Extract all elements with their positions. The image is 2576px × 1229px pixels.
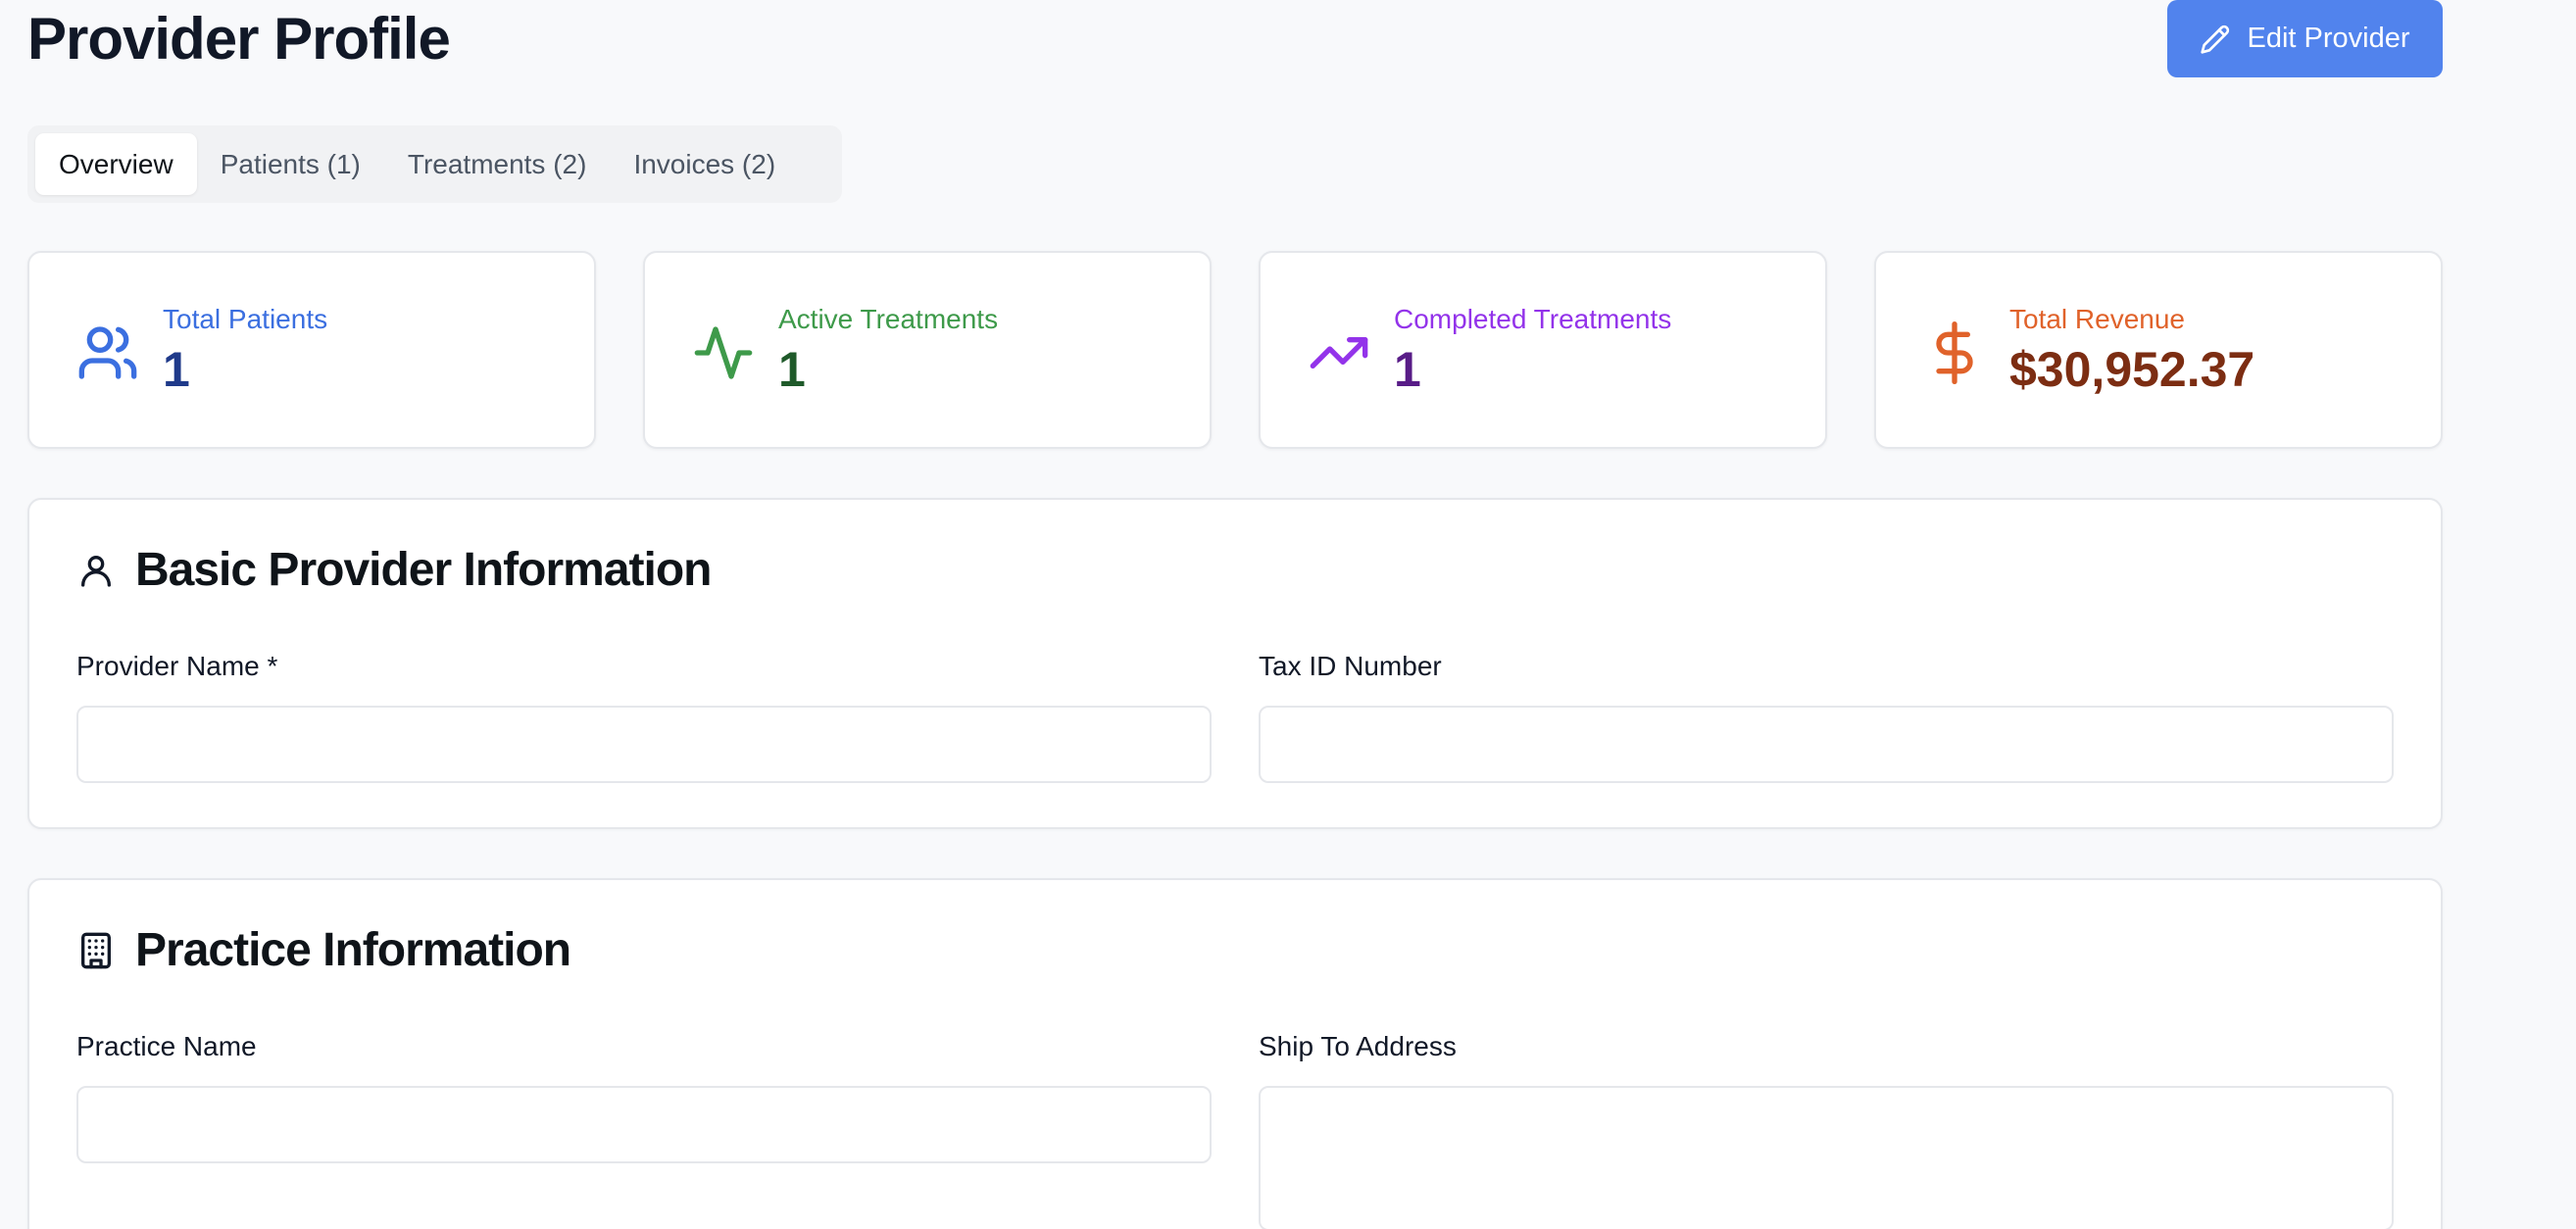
pencil-icon <box>2201 25 2230 54</box>
provider-profile-page: Provider Profile Edit Provider Overview … <box>0 0 2576 1229</box>
ship-to-address-label: Ship To Address <box>1259 1031 1457 1061</box>
stat-label: Total Revenue <box>2009 304 2186 334</box>
stat-card-total-patients: Total Patients 1 <box>27 251 596 449</box>
activity-icon <box>694 326 753 379</box>
building-icon <box>81 932 111 968</box>
tab-overview[interactable]: Overview <box>35 133 197 195</box>
edit-provider-button[interactable]: Edit Provider <box>2167 0 2443 77</box>
stat-card-active-treatments: Active Treatments 1 <box>643 251 1212 449</box>
practice-info-section: Practice Information Practice Name Ship … <box>27 878 2443 1229</box>
trending-up-icon <box>1310 337 1368 369</box>
stat-card-total-revenue: Total Revenue $30,952.37 <box>1874 251 2443 449</box>
provider-name-label: Provider Name * <box>76 651 278 681</box>
stat-value: $30,952.37 <box>2009 342 2255 397</box>
section-title: Practice Information <box>135 924 571 976</box>
stat-card-completed-treatments: Completed Treatments 1 <box>1259 251 1827 449</box>
tax-id-input[interactable] <box>1259 706 2394 783</box>
section-header: Basic Provider Information <box>76 543 712 597</box>
stat-label: Active Treatments <box>778 304 999 334</box>
tab-treatments[interactable]: Treatments (2) <box>384 133 611 195</box>
stat-label: Total Patients <box>163 304 328 334</box>
section-header: Practice Information <box>76 923 571 977</box>
ship-to-address-input[interactable] <box>1259 1086 2394 1229</box>
practice-name-label: Practice Name <box>76 1031 257 1061</box>
edit-provider-label: Edit Provider <box>2247 23 2410 54</box>
page-title: Provider Profile <box>27 6 451 72</box>
tab-bar: Overview Patients (1) Treatments (2) Inv… <box>27 125 842 203</box>
section-title: Basic Provider Information <box>135 544 712 596</box>
dollar-icon <box>1936 321 1973 384</box>
basic-provider-info-section: Basic Provider Information Provider Name… <box>27 498 2443 829</box>
provider-name-input[interactable] <box>76 706 1212 783</box>
stat-value: 1 <box>1394 342 1421 397</box>
tax-id-label: Tax ID Number <box>1259 651 1442 681</box>
tab-patients[interactable]: Patients (1) <box>197 133 384 195</box>
stat-label: Completed Treatments <box>1394 304 1672 334</box>
stat-value: 1 <box>778 342 806 397</box>
user-icon <box>81 555 112 587</box>
stat-value: 1 <box>163 342 190 397</box>
practice-name-input[interactable] <box>76 1086 1212 1163</box>
tab-invoices[interactable]: Invoices (2) <box>610 133 799 195</box>
users-icon <box>78 326 137 379</box>
